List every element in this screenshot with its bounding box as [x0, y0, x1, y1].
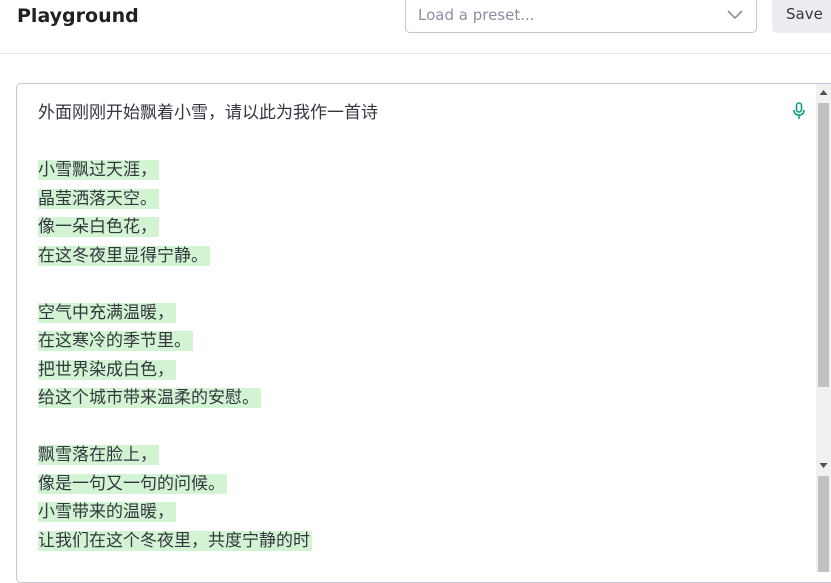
prompt-line: 外面刚刚开始飘着小雪，请以此为我作一首诗 [38, 99, 778, 128]
completion-line: 空气中充满温暖， [38, 299, 778, 328]
completion-text: 像是一句又一句的问候。 [38, 473, 227, 494]
prompt-editor[interactable]: 外面刚刚开始飘着小雪，请以此为我作一首诗 小雪飘过天涯， 晶莹洒落天空。 像一朵… [16, 83, 831, 583]
preset-placeholder: Load a preset... [418, 6, 535, 24]
completion-line: 给这个城市带来温柔的安慰。 [38, 384, 778, 413]
completion-line: 在这冬夜里显得宁静。 [38, 242, 778, 271]
preset-select[interactable]: Load a preset... [405, 0, 757, 33]
microphone-icon[interactable] [792, 102, 806, 120]
completion-text: 像一朵白色花， [38, 217, 159, 237]
save-button-label: Save [786, 5, 823, 23]
chevron-down-icon [727, 10, 743, 20]
scroll-up-arrow-icon[interactable] [816, 84, 831, 101]
completion-text: 小雪带来的温暖， [38, 502, 176, 522]
prompt-text: 外面刚刚开始飘着小雪，请以此为我作一首诗 [38, 103, 378, 123]
completion-text: 小雪飘过天涯， [38, 160, 159, 180]
completion-text: 在这寒冷的季节里。 [38, 331, 193, 351]
completion-line: 像是一句又一句的问候。 [38, 470, 778, 499]
page-title: Playground [17, 5, 139, 27]
completion-text: 在这冬夜里显得宁静。 [38, 245, 210, 266]
completion-text: 飘雪落在脸上， [38, 445, 159, 465]
completion-text: 让我们在这个冬夜里，共度宁静的时 [38, 530, 312, 551]
completion-text: 空气中充满温暖， [38, 302, 176, 323]
completion-line: 小雪带来的温暖， [38, 498, 778, 527]
completion-line: 让我们在这个冬夜里，共度宁静的时 [38, 527, 778, 556]
completion-line: 晶莹洒落天空。 [38, 185, 778, 214]
completion-text: 把世界染成白色， [38, 359, 176, 380]
editor-scrollbar[interactable] [816, 84, 831, 572]
completion-line: 像一朵白色花， [38, 213, 778, 242]
scroll-thumb-lower[interactable] [818, 476, 829, 572]
completion-line: 在这寒冷的季节里。 [38, 327, 778, 356]
completion-line: 飘雪落在脸上， [38, 441, 778, 470]
header: Playground Load a preset... Save [0, 0, 831, 54]
scroll-down-arrow-icon[interactable] [816, 457, 831, 474]
completion-text: 给这个城市带来温柔的安慰。 [38, 388, 261, 408]
save-button[interactable]: Save [772, 0, 831, 33]
completion-line: 把世界染成白色， [38, 356, 778, 385]
completion-text: 晶莹洒落天空。 [38, 188, 159, 209]
scroll-thumb[interactable] [818, 103, 829, 387]
editor-text: 外面刚刚开始飘着小雪，请以此为我作一首诗 小雪飘过天涯， 晶莹洒落天空。 像一朵… [38, 99, 778, 555]
completion-line: 小雪飘过天涯， [38, 156, 778, 185]
